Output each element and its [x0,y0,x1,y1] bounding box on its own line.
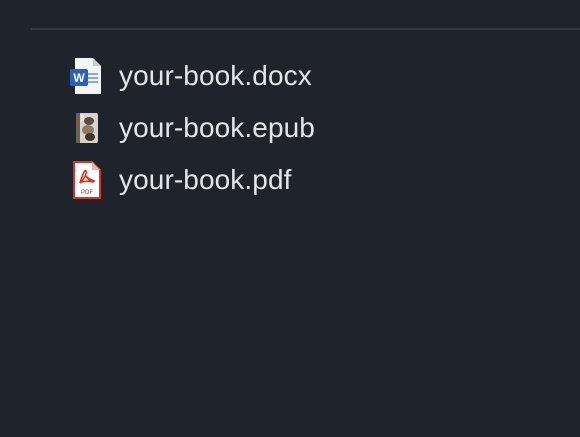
file-name: your-book.epub [119,112,315,143]
word-document-icon: W [68,56,104,96]
list-item-epub[interactable]: your-book.epub [68,102,315,154]
list-item-docx[interactable]: W your-book.docx [68,50,315,102]
header-divider [31,28,580,30]
epub-book-icon [68,108,104,148]
pdf-document-icon: PDF [68,160,104,200]
file-name: your-book.pdf [119,164,292,195]
pdf-badge-text: PDF [81,190,93,196]
file-list: W your-book.docx your-book.epub PDF your… [68,50,315,206]
file-browser-pane: W your-book.docx your-book.epub PDF your… [0,0,580,437]
list-item-pdf[interactable]: PDF your-book.pdf [68,154,315,206]
svg-text:W: W [73,71,85,85]
file-name: your-book.docx [119,60,312,91]
